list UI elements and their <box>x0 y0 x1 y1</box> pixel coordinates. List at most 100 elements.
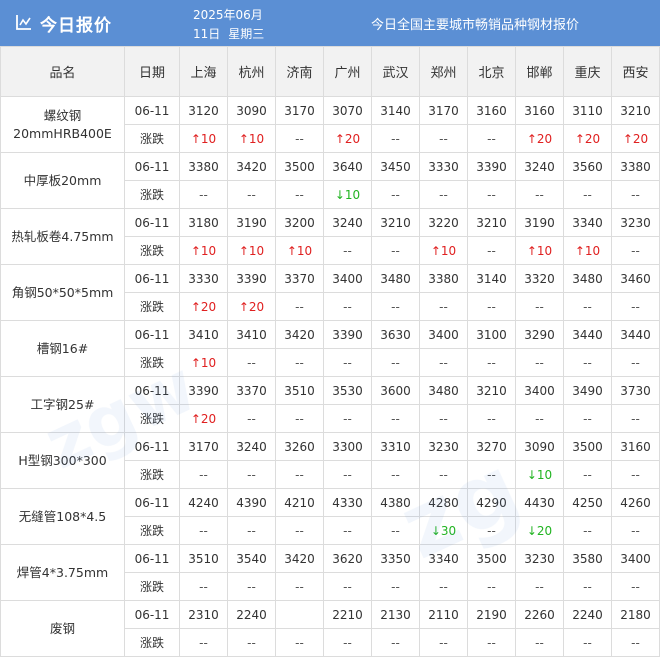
change-cell: -- <box>419 404 468 433</box>
price-cell: 3420 <box>275 544 324 573</box>
change-cell: ↑10 <box>179 236 228 265</box>
price-date: 06-11 <box>124 432 180 461</box>
change-cell: -- <box>467 460 516 489</box>
price-cell: 3330 <box>179 264 228 293</box>
change-label: 涨跌 <box>124 628 180 657</box>
change-cell: -- <box>371 236 420 265</box>
price-date: 06-11 <box>124 600 180 629</box>
chart-line-icon <box>16 15 31 30</box>
change-cell: -- <box>323 572 372 601</box>
price-cell: 3200 <box>275 208 324 237</box>
price-cell: 3300 <box>323 432 372 461</box>
change-cell: -- <box>611 404 660 433</box>
price-cell: 3500 <box>467 544 516 573</box>
change-cell: -- <box>515 292 564 321</box>
price-date: 06-11 <box>124 544 180 573</box>
table-body: 螺纹钢 20mmHRB400E 06-11 3120 3090 3170 3070 3140… <box>0 96 660 657</box>
price-cell: 3390 <box>467 152 516 181</box>
change-label: 涨跌 <box>124 236 180 265</box>
price-cell: 3440 <box>563 320 612 349</box>
table-row-price: 槽钢16# 06-11 3410 3410 3420 3390 3630 3400 3100 32… <box>0 320 660 377</box>
page-header: 今日报价 2025年06月 11日 星期三 今日全国主要城市畅销品种钢材报价 <box>0 0 660 46</box>
price-cell: 4280 <box>419 488 468 517</box>
change-cell: -- <box>563 348 612 377</box>
change-cell: -- <box>227 460 276 489</box>
price-cell: 2110 <box>419 600 468 629</box>
price-cell: 3310 <box>371 432 420 461</box>
change-cell: ↑20 <box>563 124 612 153</box>
price-date: 06-11 <box>124 96 180 125</box>
change-cell: -- <box>323 516 372 545</box>
price-cell: 3450 <box>371 152 420 181</box>
price-cell: 3070 <box>323 96 372 125</box>
price-cell: 3630 <box>371 320 420 349</box>
price-date: 06-11 <box>124 488 180 517</box>
table-row-price: 无缝管108*4.5 06-11 4240 4390 4210 4330 4380 4280 4… <box>0 488 660 545</box>
price-cell: 3400 <box>419 320 468 349</box>
date-day: 11日 <box>193 27 221 41</box>
table-row-price: 中厚板20mm 06-11 3380 3420 3500 3640 3450 3330 3390… <box>0 152 660 209</box>
change-label: 涨跌 <box>124 180 180 209</box>
change-cell: -- <box>227 572 276 601</box>
change-cell: -- <box>563 572 612 601</box>
price-cell: 4380 <box>371 488 420 517</box>
price-cell: 3390 <box>179 376 228 405</box>
table-row-price: 废钢 06-11 2310 2240 2210 2130 2110 2190 2260 2240 2… <box>0 600 660 657</box>
price-date: 06-11 <box>124 264 180 293</box>
column-header: 西安 <box>611 46 660 97</box>
price-cell: 2180 <box>611 600 660 629</box>
price-date: 06-11 <box>124 320 180 349</box>
price-cell: 3400 <box>323 264 372 293</box>
price-cell: 3510 <box>179 544 228 573</box>
change-cell: -- <box>515 180 564 209</box>
change-label: 涨跌 <box>124 572 180 601</box>
change-cell: ↑10 <box>227 124 276 153</box>
price-cell: 3340 <box>419 544 468 573</box>
change-cell: ↓30 <box>419 516 468 545</box>
table-row-price: 热轧板卷4.75mm 06-11 3180 3190 3200 3240 3210 3220 3… <box>0 208 660 265</box>
date-year-month: 2025年06月 <box>193 8 263 22</box>
price-cell: 3380 <box>179 152 228 181</box>
change-cell: ↑10 <box>275 236 324 265</box>
price-cell: 4290 <box>467 488 516 517</box>
price-cell: 3180 <box>179 208 228 237</box>
price-cell: 3290 <box>515 320 564 349</box>
change-cell: -- <box>323 628 372 657</box>
column-header: 郑州 <box>419 46 468 97</box>
price-cell: 3090 <box>227 96 276 125</box>
price-cell: 3620 <box>323 544 372 573</box>
price-cell: 3410 <box>179 320 228 349</box>
product-name: 焊管4*3.75mm <box>0 544 125 601</box>
change-cell: -- <box>227 404 276 433</box>
change-cell: -- <box>419 628 468 657</box>
change-cell: -- <box>611 460 660 489</box>
change-cell: -- <box>371 124 420 153</box>
change-cell: -- <box>419 460 468 489</box>
change-cell: -- <box>275 572 324 601</box>
change-cell: ↑10 <box>179 124 228 153</box>
change-cell: ↑20 <box>179 404 228 433</box>
change-cell: -- <box>419 180 468 209</box>
change-cell: -- <box>467 404 516 433</box>
change-label: 涨跌 <box>124 460 180 489</box>
column-header: 杭州 <box>227 46 276 97</box>
change-cell: -- <box>275 180 324 209</box>
price-cell: 3230 <box>611 208 660 237</box>
price-cell: 3500 <box>563 432 612 461</box>
price-cell: 3170 <box>275 96 324 125</box>
change-cell: -- <box>611 236 660 265</box>
change-cell: ↑20 <box>611 124 660 153</box>
change-cell: ↑20 <box>323 124 372 153</box>
change-cell: -- <box>467 348 516 377</box>
price-cell: 3260 <box>275 432 324 461</box>
price-cell: 3460 <box>611 264 660 293</box>
price-cell: 3560 <box>563 152 612 181</box>
page-title: 今日报价 <box>40 16 112 36</box>
change-cell: -- <box>419 124 468 153</box>
date-day-weekday: 11日 星期三 <box>193 25 272 42</box>
price-cell: 3480 <box>563 264 612 293</box>
change-cell: -- <box>275 348 324 377</box>
change-cell: -- <box>323 236 372 265</box>
change-cell: ↑20 <box>515 124 564 153</box>
change-cell: -- <box>563 628 612 657</box>
